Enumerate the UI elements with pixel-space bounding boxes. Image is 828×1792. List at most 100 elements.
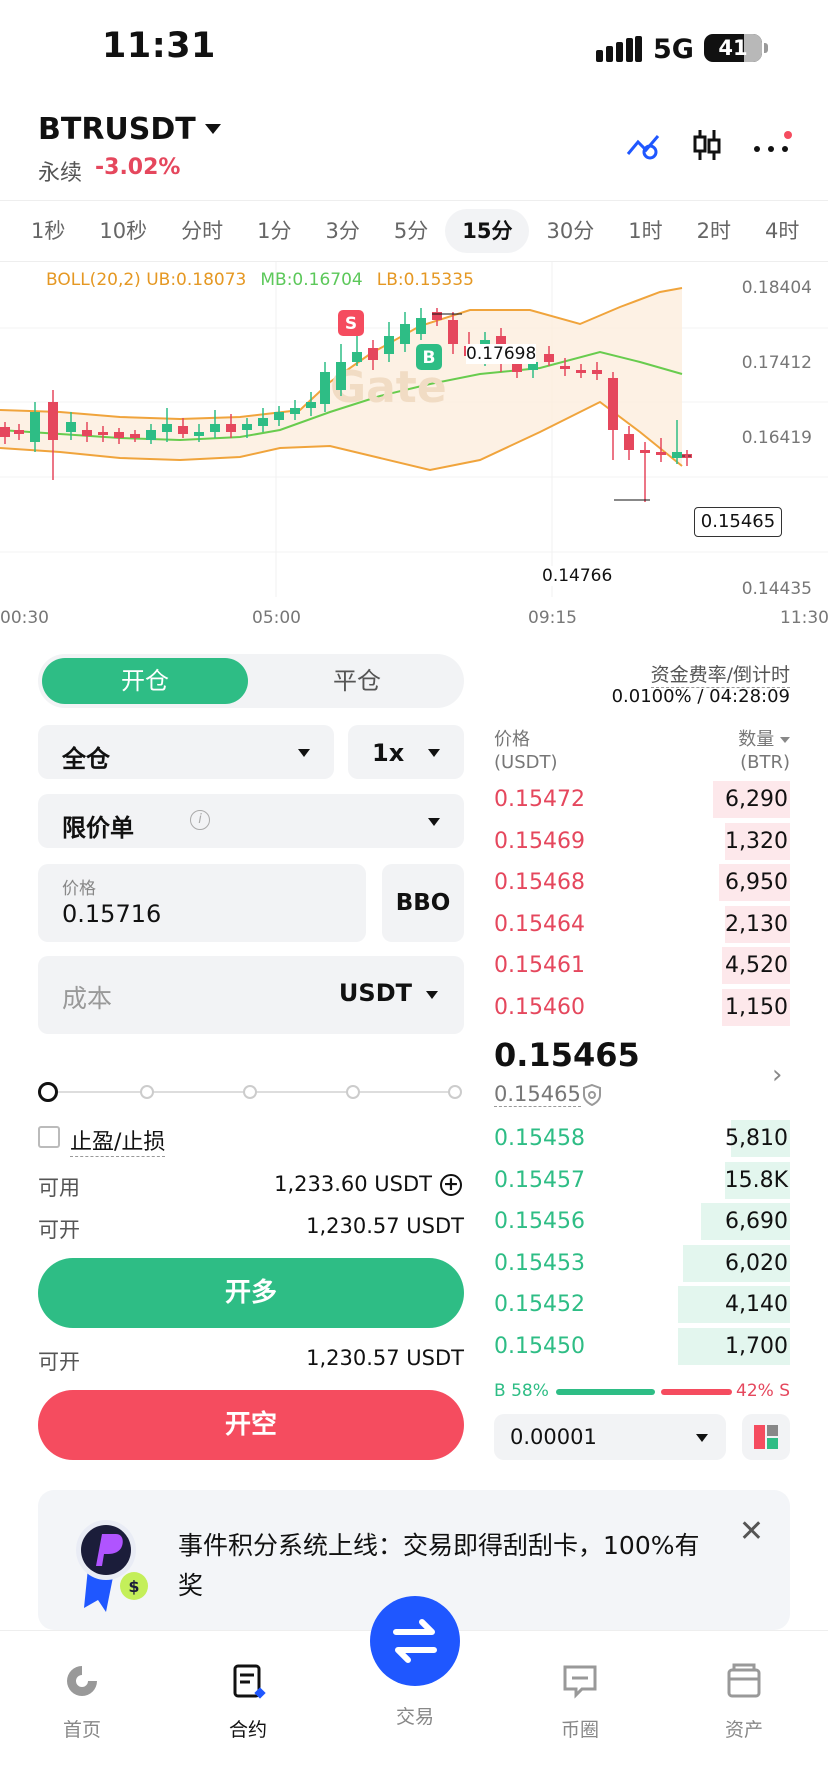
strategy-icon[interactable] [626,130,662,160]
cost-unit-select[interactable]: USDT [339,979,412,1007]
orderbook-qty: 15.8K [724,1167,788,1193]
tab-interval[interactable]: 1时 [611,209,679,253]
tab-interval[interactable]: 4时 [748,209,816,253]
orderbook-layout-button[interactable] [742,1414,790,1460]
amount-slider[interactable] [38,1082,464,1102]
chevron-right-icon[interactable]: › [772,1060,782,1090]
home-icon [67,1666,97,1696]
candle-body [66,422,76,432]
chat-icon [563,1665,597,1699]
funding-rate-label[interactable]: 资金费率/倒计时 [650,660,790,688]
slider-step[interactable] [448,1085,462,1099]
nav-home[interactable]: 首页 [22,1661,142,1742]
bbo-button[interactable]: BBO [382,864,464,942]
tpsl-label[interactable]: 止盈/止损 [70,1124,166,1157]
candle-body [400,324,410,344]
nav-contract[interactable]: 合约 [188,1661,308,1742]
margin-mode-select[interactable]: 全仓 [38,725,334,779]
tab-interval[interactable]: 3分 [308,209,376,253]
layout-icon [754,1425,778,1449]
candlestick-icon[interactable] [692,128,722,162]
orderbook-qty: 6,020 [725,1250,788,1276]
nav-assets[interactable]: 资产 [684,1661,804,1742]
orderbook-price: 0.15464 [494,911,585,937]
tab-interval[interactable]: 1秒 [14,209,82,253]
ask-row[interactable]: 0.15460 1,150 [494,987,790,1028]
tab-interval[interactable]: 分时 [164,209,240,253]
candle-body [368,348,378,360]
price-input[interactable]: 价格 0.15716 [38,864,366,942]
order-type-select[interactable]: 限价单 i [38,794,464,848]
orderbook-price: 0.15458 [494,1126,585,1151]
bid-row[interactable]: 0.15450 1,700 [494,1326,790,1367]
can-open-long-label: 可开 [38,1218,80,1242]
tab-interval[interactable]: 10秒 [82,209,164,253]
bid-row[interactable]: 0.15453 6,020 [494,1243,790,1284]
orderbook-price: 0.15457 [494,1167,585,1193]
available-value: 1,233.60 USDT [274,1172,432,1196]
add-funds-icon[interactable]: + [440,1174,462,1196]
time-axis-tick: 05:00 [252,608,301,628]
tpsl-checkbox[interactable] [38,1126,60,1148]
leverage-value: 1x [372,739,405,767]
ask-row[interactable]: 0.15472 6,290 [494,779,790,820]
slider-thumb[interactable] [38,1082,58,1102]
ask-row[interactable]: 0.15464 2,130 [494,904,790,945]
interval-tabs: 1秒 10秒 分时 1分 3分 5分 15分 30分 1时 2时 4时 [0,200,828,262]
tab-interval[interactable]: 1分 [240,209,308,253]
ask-row[interactable]: 0.15468 6,950 [494,862,790,903]
chart-high-annotation: 0.17698 [466,344,537,364]
candle-body [384,336,394,354]
network-label: 5G [653,34,694,65]
bid-row[interactable]: 0.15457 15.8K [494,1160,790,1201]
candle-body [432,312,442,320]
ask-row[interactable]: 0.15469 1,320 [494,821,790,862]
cost-input[interactable]: 成本 USDT [38,956,464,1034]
candle-body [560,366,570,369]
orderbook-qty-header[interactable]: 数量 (BTR) [738,728,790,774]
slider-step[interactable] [243,1085,257,1099]
slider-step[interactable] [346,1085,360,1099]
tab-interval[interactable]: 2时 [680,209,748,253]
candle-body [624,434,634,450]
open-long-button[interactable]: 开多 [38,1258,464,1328]
orderbook-qty: 4,520 [725,953,788,978]
bid-row[interactable]: 0.15456 6,690 [494,1201,790,1242]
slider-step[interactable] [140,1085,154,1099]
tab-open[interactable]: 开仓 [42,658,248,704]
more-icon[interactable] [752,131,792,159]
nav-trade-label: 交易 [395,1706,434,1728]
wallet-icon [727,1663,761,1698]
leverage-select[interactable]: 1x [348,725,464,779]
orderbook-price: 0.15472 [494,787,585,812]
tab-interval[interactable]: 5分 [377,209,445,253]
trade-button[interactable] [370,1596,460,1686]
price-axis-tick: 0.18404 [741,278,812,298]
boll-legend: BOLL(20,2) UB:0.18073 MB:0.16704 LB:0.15… [46,270,474,290]
ask-row[interactable]: 0.15461 4,520 [494,945,790,986]
open-short-button[interactable]: 开空 [38,1390,464,1460]
candle-body [130,434,140,438]
candle-body [640,450,650,453]
candle-body [194,432,204,436]
candle-body [608,378,618,430]
orderbook-qty: 4,140 [725,1292,788,1317]
precision-select[interactable]: 0.00001 [494,1414,726,1460]
nav-feed[interactable]: 币圈 [520,1661,640,1742]
orderbook-price: 0.15456 [494,1209,585,1234]
kline-chart[interactable]: GateSB [0,262,828,632]
info-icon[interactable]: i [190,810,210,830]
close-icon[interactable]: ✕ [739,1514,764,1549]
candle-body [448,320,458,344]
tab-close[interactable]: 平仓 [254,658,460,704]
funding-rate-value: 0.0100% / 04:28:09 [611,686,790,707]
tab-interval[interactable]: 30分 [529,209,611,253]
bid-row[interactable]: 0.15458 5,810 [494,1118,790,1159]
tab-interval[interactable]: 15分 [445,209,530,253]
pair-selector[interactable]: BTRUSDT [38,112,196,147]
chevron-down-icon[interactable] [205,124,221,134]
orderbook-price: 0.15452 [494,1292,585,1317]
price-input-value: 0.15716 [62,900,162,928]
bid-row[interactable]: 0.15452 4,140 [494,1284,790,1325]
candle-body [320,372,330,404]
